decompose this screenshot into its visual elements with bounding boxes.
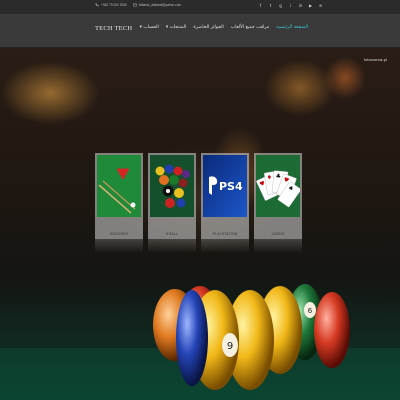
main-navbar: TECH TECH الصفحة الرئيسية مراقب جميع الأ… <box>0 14 400 48</box>
tile-snooker[interactable]: SNOOKER <box>95 153 143 253</box>
tile-8-ball[interactable]: 8 BALL <box>148 153 196 253</box>
main-menu: الصفحة الرئيسية مراقب جميع الألعاب الجوا… <box>140 25 308 30</box>
nav-item-products[interactable]: المنتجات ▾ <box>166 25 187 30</box>
pool-balls-image: 9 6 <box>153 284 350 390</box>
youtube-icon[interactable]: ▶ <box>308 3 313 8</box>
tile-reflection <box>95 239 143 253</box>
photo-watermark: fotocronos.pl <box>364 57 387 62</box>
playing-cards-icon: ♥ ♦ ♣ ♥ ♠ <box>256 155 300 217</box>
phone-icon <box>95 3 99 7</box>
svg-text:♣: ♣ <box>275 173 281 180</box>
email-contact[interactable]: billiards_alabdali@yahoo.com <box>132 3 182 7</box>
nav-item-home[interactable]: الصفحة الرئيسية <box>276 25 308 30</box>
top-bar: +962 79 000 3030 billiards_alabdali@yaho… <box>0 0 400 14</box>
nav-item-awards[interactable]: الجوائز الحاصرة <box>193 25 223 30</box>
facebook-icon[interactable]: f <box>258 3 263 8</box>
instagram-icon[interactable]: i <box>288 3 293 8</box>
tile-reflection <box>201 239 249 253</box>
contact-info: +962 79 000 3030 billiards_alabdali@yaho… <box>95 3 181 7</box>
nav-item-account[interactable]: الحساب ▾ <box>140 25 159 30</box>
tile-caption: SNOOKER <box>109 232 129 236</box>
ps4-logo-icon: PS4 <box>203 155 247 217</box>
mail-icon <box>132 3 137 7</box>
phone-contact[interactable]: +962 79 000 3030 <box>95 3 127 7</box>
pool-balls-icon <box>150 155 194 217</box>
social-links: f t g i in ▶ ≋ <box>258 3 323 8</box>
twitter-icon[interactable]: t <box>268 3 273 8</box>
tile-cards[interactable]: ♥ ♦ ♣ ♥ ♠ CARDS <box>254 153 302 253</box>
svg-text:9: 9 <box>227 341 233 352</box>
phone-text: +962 79 000 3030 <box>101 3 127 7</box>
game-category-tiles: SNOOKER 8 BALL PS4 PLAYSTATION ♥ ♦ ♣ ♥ ♠… <box>95 153 302 253</box>
tile-reflection <box>148 239 196 253</box>
email-text: billiards_alabdali@yahoo.com <box>138 3 182 7</box>
tile-reflection <box>254 239 302 253</box>
google-plus-icon[interactable]: g <box>278 3 283 8</box>
tile-caption: CARDS <box>271 232 285 236</box>
svg-text:6: 6 <box>308 307 313 315</box>
tile-caption: 8 BALL <box>165 232 179 236</box>
rss-icon[interactable]: ≋ <box>318 3 323 8</box>
linkedin-icon[interactable]: in <box>298 3 303 8</box>
nav-item-games-monitor[interactable]: مراقب جميع الألعاب <box>231 25 269 30</box>
site-logo[interactable]: TECH TECH <box>95 25 132 32</box>
tile-caption: PLAYSTATION <box>212 232 238 236</box>
svg-text:PS4: PS4 <box>219 180 243 193</box>
tile-playstation[interactable]: PS4 PLAYSTATION <box>201 153 249 253</box>
snooker-table-icon <box>97 155 141 217</box>
